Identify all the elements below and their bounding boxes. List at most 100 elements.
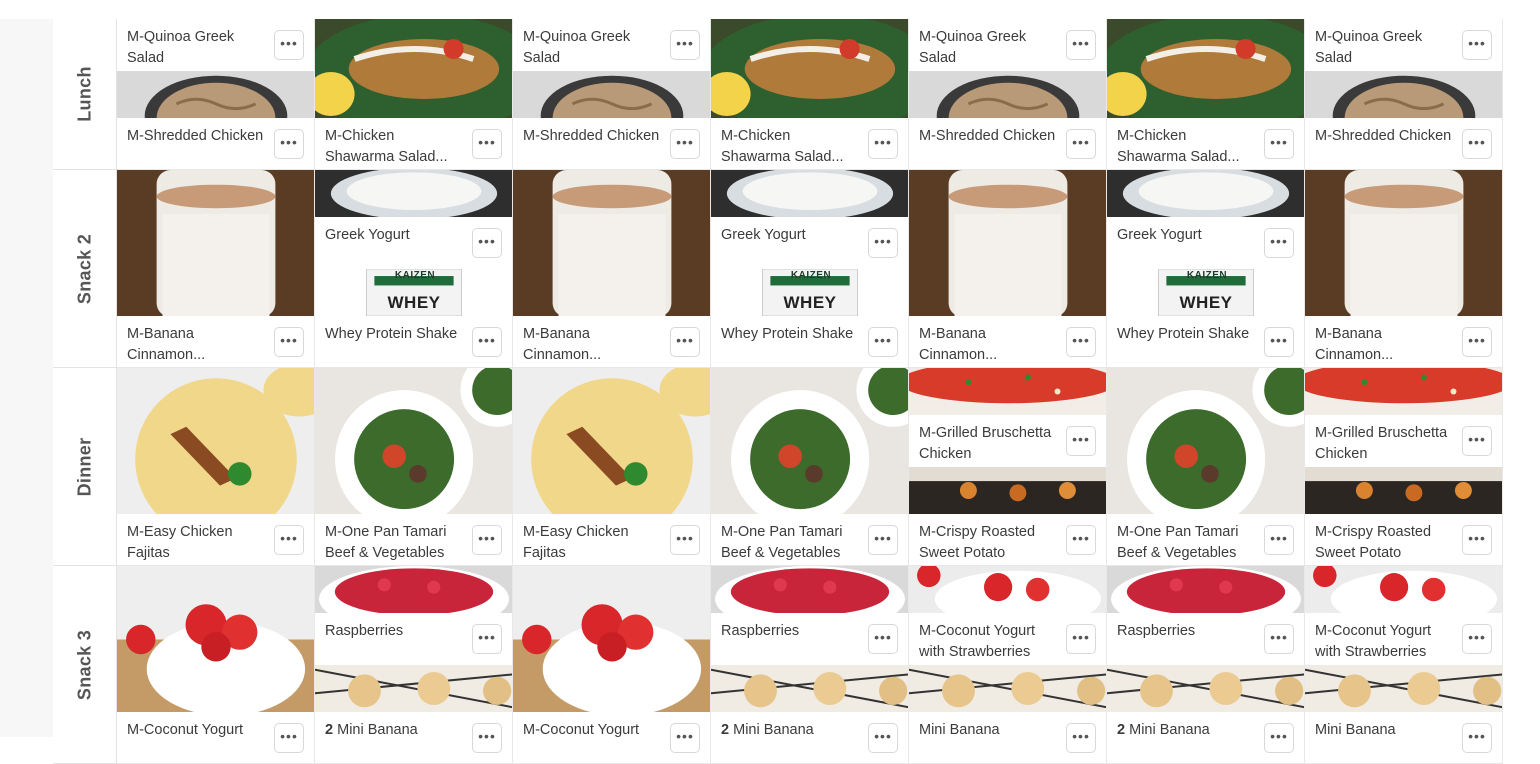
meal-cell[interactable]: M-Chicken Shawarma Salad... ••• [711, 19, 909, 170]
more-options-icon[interactable]: ••• [1462, 129, 1492, 159]
more-options-icon[interactable]: ••• [472, 723, 502, 753]
more-options-icon[interactable]: ••• [1462, 426, 1492, 456]
more-options-icon[interactable]: ••• [1462, 624, 1492, 654]
recipe-title[interactable]: Whey Protein Shake [325, 324, 465, 345]
recipe-image[interactable] [1305, 170, 1502, 317]
recipe-title[interactable]: M-Chicken Shawarma Salad... [1117, 126, 1257, 168]
meal-cell[interactable]: M-Quinoa Greek Salad ••• M-Shredded Chick… [1305, 19, 1503, 170]
meal-cell[interactable]: M-Chicken Shawarma Salad... ••• [315, 19, 513, 170]
more-options-icon[interactable]: ••• [1264, 624, 1294, 654]
recipe-title[interactable]: M-Crispy Roasted Sweet Potato [1315, 522, 1455, 564]
meal-cell[interactable]: M-Quinoa Greek Salad ••• M-Shredded Chick… [909, 19, 1107, 170]
recipe-image[interactable] [909, 170, 1106, 317]
more-options-icon[interactable]: ••• [868, 723, 898, 753]
more-options-icon[interactable]: ••• [472, 327, 502, 357]
recipe-image[interactable] [711, 368, 908, 515]
recipe-image[interactable]: KAIZEN WHEY [1107, 269, 1304, 316]
recipe-image[interactable] [315, 665, 512, 712]
recipe-image[interactable] [909, 566, 1106, 613]
meal-cell[interactable]: M-Banana Cinnamon... ••• [117, 170, 315, 368]
recipe-image[interactable] [711, 19, 908, 119]
recipe-title[interactable]: M-Quinoa Greek Salad [1315, 27, 1455, 69]
recipe-image[interactable] [909, 665, 1106, 712]
recipe-image[interactable] [1305, 368, 1502, 415]
recipe-title[interactable]: Greek Yogurt [721, 225, 861, 246]
more-options-icon[interactable]: ••• [1462, 525, 1492, 555]
recipe-image[interactable] [711, 170, 908, 217]
recipe-image[interactable] [117, 71, 314, 118]
recipe-title[interactable]: 2 Mini Banana [1117, 720, 1257, 741]
recipe-image[interactable] [1305, 71, 1502, 118]
recipe-image[interactable] [711, 665, 908, 712]
recipe-image[interactable] [513, 368, 710, 515]
meal-cell[interactable]: Raspberries ••• 2 Mini Banana ••• [711, 566, 909, 764]
recipe-image[interactable] [1305, 467, 1502, 514]
meal-cell[interactable]: M-One Pan Tamari Beef & Vegetables ••• [315, 368, 513, 566]
more-options-icon[interactable]: ••• [868, 228, 898, 258]
recipe-title[interactable]: Greek Yogurt [325, 225, 465, 246]
more-options-icon[interactable]: ••• [472, 228, 502, 258]
recipe-title[interactable]: M-Easy Chicken Fajitas [127, 522, 267, 564]
recipe-image[interactable] [909, 71, 1106, 118]
recipe-title[interactable]: M-Crispy Roasted Sweet Potato [919, 522, 1059, 564]
recipe-title[interactable]: M-Coconut Yogurt [523, 720, 663, 741]
more-options-icon[interactable]: ••• [1066, 129, 1096, 159]
recipe-title[interactable]: M-Banana Cinnamon... [127, 324, 267, 366]
recipe-title[interactable]: M-Shredded Chicken [1315, 126, 1455, 147]
more-options-icon[interactable]: ••• [1066, 525, 1096, 555]
meal-cell[interactable]: M-Easy Chicken Fajitas ••• [513, 368, 711, 566]
recipe-image[interactable] [1107, 19, 1304, 119]
more-options-icon[interactable]: ••• [1264, 723, 1294, 753]
recipe-title[interactable]: M-Easy Chicken Fajitas [523, 522, 663, 564]
recipe-image[interactable] [1107, 665, 1304, 712]
recipe-title[interactable]: M-Chicken Shawarma Salad... [721, 126, 861, 168]
recipe-image[interactable] [315, 566, 512, 613]
recipe-title[interactable]: M-One Pan Tamari Beef & Vegetables [1117, 522, 1257, 564]
meal-cell[interactable]: M-Chicken Shawarma Salad... ••• [1107, 19, 1305, 170]
recipe-image[interactable] [1107, 368, 1304, 515]
more-options-icon[interactable]: ••• [274, 30, 304, 60]
recipe-image[interactable] [315, 170, 512, 217]
recipe-image[interactable] [909, 368, 1106, 415]
more-options-icon[interactable]: ••• [1066, 723, 1096, 753]
recipe-title[interactable]: M-Quinoa Greek Salad [919, 27, 1059, 69]
recipe-title[interactable]: Mini Banana [919, 720, 1059, 741]
meal-cell[interactable]: M-Banana Cinnamon... ••• [513, 170, 711, 368]
recipe-image[interactable] [711, 566, 908, 613]
recipe-title[interactable]: M-Grilled Bruschetta Chicken [1315, 423, 1455, 465]
meal-cell[interactable]: M-One Pan Tamari Beef & Vegetables ••• [1107, 368, 1305, 566]
recipe-title[interactable]: M-Coconut Yogurt with Strawberries [1315, 621, 1455, 663]
recipe-image[interactable] [117, 368, 314, 515]
more-options-icon[interactable]: ••• [472, 624, 502, 654]
more-options-icon[interactable]: ••• [1462, 30, 1492, 60]
recipe-title[interactable]: M-Quinoa Greek Salad [523, 27, 663, 69]
more-options-icon[interactable]: ••• [274, 723, 304, 753]
recipe-title[interactable]: M-Coconut Yogurt with Strawberries [919, 621, 1059, 663]
recipe-image[interactable] [1107, 170, 1304, 217]
recipe-title[interactable]: M-Shredded Chicken [127, 126, 267, 147]
recipe-image[interactable] [117, 566, 314, 713]
more-options-icon[interactable]: ••• [670, 327, 700, 357]
recipe-image[interactable] [117, 170, 314, 317]
meal-cell[interactable]: Greek Yogurt ••• KAIZEN WHEY Whey Protein S… [1107, 170, 1305, 368]
meal-cell[interactable]: M-Grilled Bruschetta Chicken ••• M-Crispy… [909, 368, 1107, 566]
meal-cell[interactable]: Raspberries ••• 2 Mini Banana ••• [315, 566, 513, 764]
more-options-icon[interactable]: ••• [274, 129, 304, 159]
more-options-icon[interactable]: ••• [670, 723, 700, 753]
recipe-title[interactable]: Raspberries [721, 621, 861, 642]
recipe-title[interactable]: Raspberries [325, 621, 465, 642]
recipe-image[interactable] [1305, 566, 1502, 613]
recipe-title[interactable]: Greek Yogurt [1117, 225, 1257, 246]
recipe-title[interactable]: M-Coconut Yogurt [127, 720, 267, 741]
recipe-image[interactable]: KAIZEN WHEY [711, 269, 908, 316]
meal-cell[interactable]: M-Coconut Yogurt with Strawberries ••• Mi… [909, 566, 1107, 764]
meal-cell[interactable]: M-Quinoa Greek Salad ••• M-Shredded Chick… [117, 19, 315, 170]
recipe-title[interactable]: M-One Pan Tamari Beef & Vegetables [325, 522, 465, 564]
recipe-title[interactable]: M-Chicken Shawarma Salad... [325, 126, 465, 168]
recipe-image[interactable] [315, 368, 512, 515]
meal-cell[interactable]: M-One Pan Tamari Beef & Vegetables ••• [711, 368, 909, 566]
meal-cell[interactable]: M-Coconut Yogurt with Strawberries ••• Mi… [1305, 566, 1503, 764]
meal-cell[interactable]: M-Coconut Yogurt ••• [513, 566, 711, 764]
recipe-title[interactable]: Whey Protein Shake [721, 324, 861, 345]
more-options-icon[interactable]: ••• [670, 129, 700, 159]
